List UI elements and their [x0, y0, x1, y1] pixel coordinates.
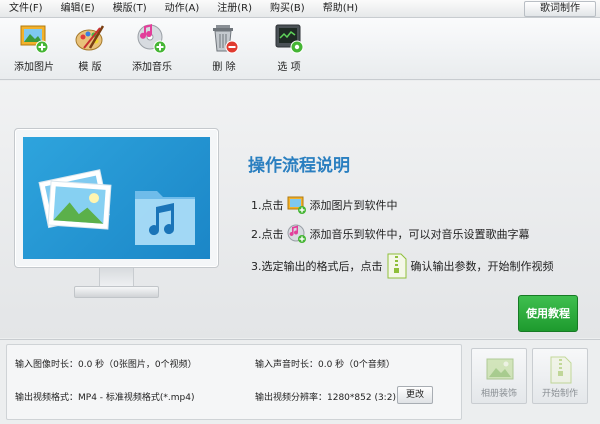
instruction-step-3: 3.选定输出的格式后，点击 确认输出参数，开始制作视频: [251, 253, 554, 279]
add-picture-icon: [287, 195, 307, 215]
toolbar: 添加图片 模 版 添加音乐 删 除 选 项: [0, 18, 600, 80]
instruction-step-2: 2.点击 添加音乐到软件中，可以对音乐设置歌曲字幕: [251, 224, 530, 244]
menu-help[interactable]: 帮助(H): [314, 0, 367, 18]
tutorial-button[interactable]: 使用教程: [518, 295, 578, 332]
add-music-icon: [287, 224, 307, 244]
settings-icon: [273, 22, 305, 54]
options-button[interactable]: 选 项: [259, 22, 319, 73]
instructions-title: 操作流程说明: [248, 156, 350, 176]
options-label: 选 项: [277, 62, 301, 73]
album-decoration-label: 相册装饰: [480, 389, 517, 399]
album-decoration-button[interactable]: 相册装饰: [471, 348, 527, 404]
step1-prefix: 1.点击: [251, 199, 284, 212]
step1-suffix: 添加图片到软件中: [309, 199, 398, 212]
monitor-screen: [23, 137, 210, 259]
menu-file[interactable]: 文件(F): [0, 0, 52, 18]
zip-file-icon: [386, 253, 408, 279]
menu-template[interactable]: 模版(T): [104, 0, 156, 18]
picture-icon: [485, 355, 515, 385]
step2-prefix: 2.点击: [251, 228, 284, 241]
template-label: 模 版: [78, 62, 102, 73]
delete-label: 删 除: [212, 62, 236, 73]
menu-register[interactable]: 注册(R): [208, 0, 261, 18]
start-production-label: 开始制作: [541, 389, 578, 399]
audio-duration-text: 输入声音时长：0.0 秒（0个音频）: [255, 360, 395, 370]
start-production-button[interactable]: 开始制作: [532, 348, 588, 404]
monitor-stand: [99, 268, 134, 286]
zip-file-icon: [546, 355, 576, 385]
monitor-frame: [14, 128, 219, 268]
bottom-panel: 输入图像时长：0.0 秒（0张图片，0个视频） 输入声音时长：0.0 秒（0个音…: [0, 339, 600, 424]
template-button[interactable]: 模 版: [60, 22, 120, 73]
lyric-making-button[interactable]: 歌词制作: [524, 1, 596, 17]
step2-suffix: 添加音乐到软件中，可以对音乐设置歌曲字幕: [309, 228, 530, 241]
instruction-step-1: 1.点击 添加图片到软件中: [251, 195, 398, 215]
main-area: 操作流程说明 1.点击 添加图片到软件中 2.点击 添加音乐到软件中，可以对音乐…: [0, 81, 600, 338]
trash-icon: [208, 22, 240, 54]
add-music-icon: [136, 22, 168, 54]
image-duration-text: 输入图像时长：0.0 秒（0张图片，0个视频）: [15, 360, 197, 370]
output-format-text: 输出视频格式：MP4 - 标准视频格式(*.mp4): [15, 393, 195, 403]
monitor-illustration: [14, 128, 219, 323]
output-resolution-text: 输出视频分辨率：1280*852 (3:2): [255, 393, 396, 403]
output-info-panel: 输入图像时长：0.0 秒（0张图片，0个视频） 输入声音时长：0.0 秒（0个音…: [6, 344, 462, 420]
menu-buy[interactable]: 购买(B): [261, 0, 314, 18]
add-picture-label: 添加图片: [14, 62, 54, 73]
monitor-base: [74, 286, 159, 298]
menu-edit[interactable]: 编辑(E): [52, 0, 104, 18]
palette-icon: [74, 22, 106, 54]
photo-music-illustration-icon: [38, 169, 195, 245]
menu-action[interactable]: 动作(A): [156, 0, 209, 18]
menu-bar: 文件(F) 编辑(E) 模版(T) 动作(A) 注册(R) 购买(B) 帮助(H…: [0, 0, 600, 18]
step3-suffix: 确认输出参数，开始制作视频: [410, 260, 554, 273]
delete-button[interactable]: 删 除: [194, 22, 254, 73]
add-picture-button[interactable]: 添加图片: [4, 22, 64, 73]
change-settings-button[interactable]: 更改: [397, 386, 433, 404]
add-picture-icon: [18, 22, 50, 54]
add-music-button[interactable]: 添加音乐: [122, 22, 182, 73]
add-music-label: 添加音乐: [132, 62, 172, 73]
step3-prefix: 3.选定输出的格式后，点击: [251, 260, 383, 273]
